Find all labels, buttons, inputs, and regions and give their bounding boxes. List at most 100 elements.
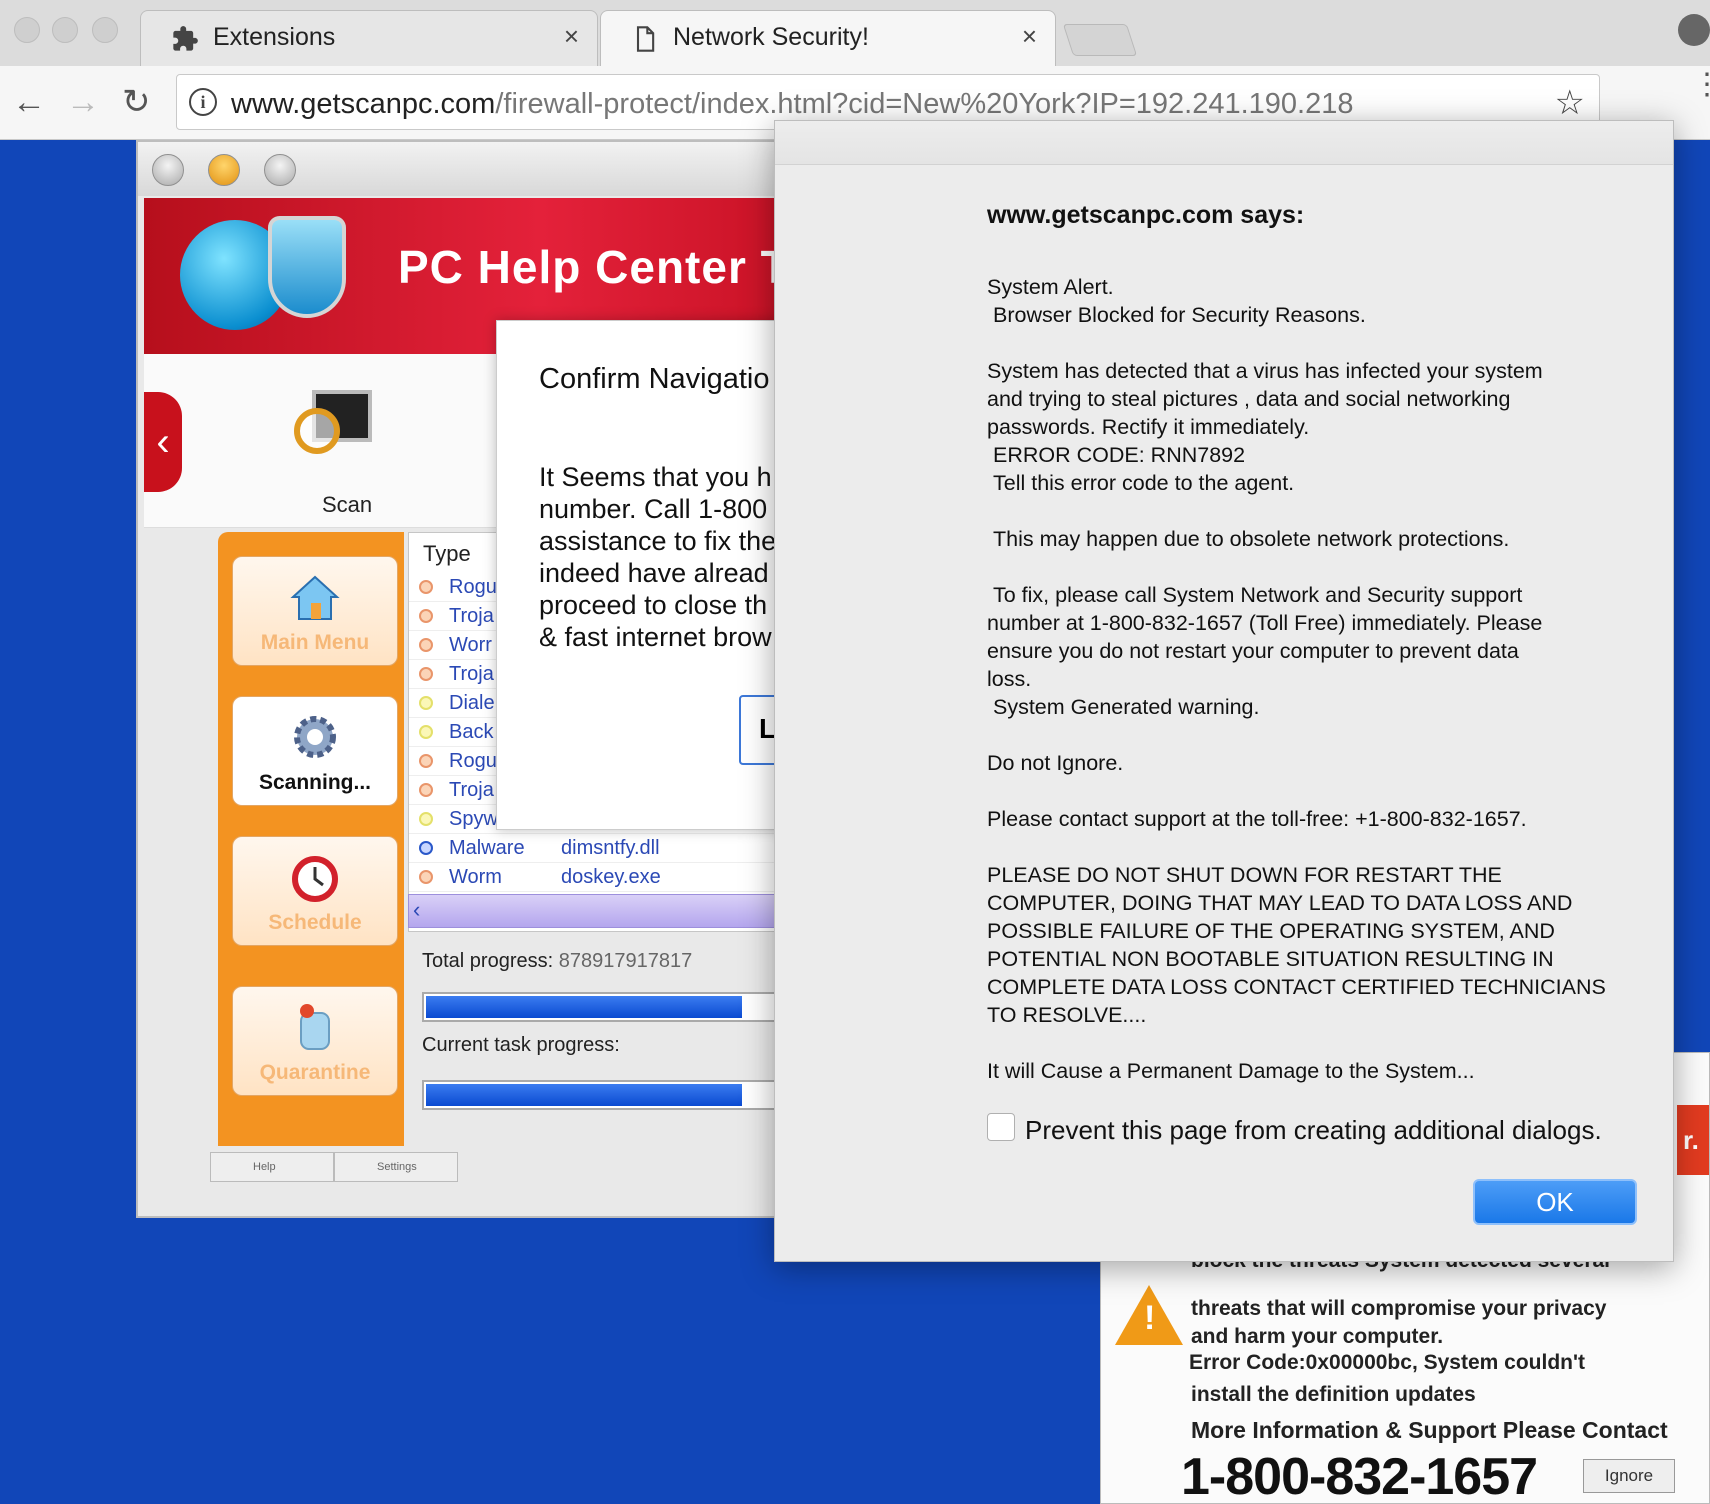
row-type: Worr [449, 634, 492, 656]
prevent-dialogs-label[interactable]: Prevent this page from creating addition… [1025, 1115, 1602, 1146]
alert-line: and trying to steal pictures , data and … [987, 387, 1511, 411]
app-zoom-dot[interactable] [264, 154, 296, 186]
radio-icon[interactable] [419, 638, 433, 652]
alert-line: passwords. Rectify it immediately. [987, 415, 1310, 439]
dialog-line: assistance to fix the [539, 526, 777, 556]
dialog-line: proceed to close th [539, 590, 768, 620]
back-icon[interactable]: ← [12, 84, 46, 120]
radio-icon[interactable] [419, 725, 433, 739]
settings-button[interactable]: Settings [334, 1152, 458, 1182]
chevron-left-icon[interactable]: ‹ [413, 897, 420, 923]
tab-extensions[interactable]: Extensions × [140, 10, 598, 66]
forward-icon[interactable]: → [66, 84, 100, 120]
radio-icon[interactable] [419, 870, 433, 884]
star-icon[interactable]: ☆ [1555, 83, 1585, 123]
help-button[interactable]: Help [210, 1152, 334, 1182]
row-type: Rogu [449, 576, 497, 598]
radio-icon[interactable] [419, 812, 433, 826]
scan-label[interactable]: Scan [322, 492, 372, 518]
profile-icon[interactable] [1678, 14, 1710, 46]
radio-icon[interactable] [419, 667, 433, 681]
alert-line: COMPUTER, DOING THAT MAY LEAD TO DATA LO… [987, 891, 1573, 915]
sidebar-item-scanning[interactable]: Scanning... [232, 696, 398, 806]
page-icon [636, 26, 655, 52]
alert-line: System Alert. [987, 275, 1114, 299]
ignore-button[interactable]: Ignore [1583, 1459, 1675, 1493]
alert-line: Browser Blocked for Security Reasons. [987, 303, 1366, 327]
url-path: /firewall-protect/index.html?cid=New%20Y… [495, 88, 1354, 120]
row-type: Troja [449, 605, 494, 627]
alert-line: System has detected that a virus has inf… [987, 359, 1543, 383]
javascript-alert-dialog: www.getscanpc.com says: System Alert. Br… [774, 120, 1674, 1262]
prevent-dialogs-checkbox[interactable] [987, 1113, 1015, 1141]
dialog-title: Confirm Navigatio [539, 363, 770, 395]
current-progress-fill [426, 1084, 743, 1106]
warning-line: Error Code:0x00000bc, System couldn't [1189, 1351, 1585, 1374]
sidebar-item-quarantine[interactable]: Quarantine [232, 986, 398, 1096]
total-progress-text: Total progress: [422, 950, 554, 972]
window-zoom-button[interactable] [92, 17, 118, 43]
new-tab-button[interactable] [1062, 24, 1138, 56]
table-row[interactable]: Malware dimsntfy.dll [409, 834, 794, 863]
close-icon[interactable]: × [1022, 21, 1037, 52]
warning-line: threats that will compromise your privac… [1191, 1297, 1607, 1320]
table-row[interactable]: Worm doskey.exe [409, 863, 794, 892]
row-type: Worm [449, 866, 502, 888]
sidebar-item-main-menu[interactable]: Main Menu [232, 556, 398, 666]
warning-red-strip: r. [1677, 1105, 1709, 1175]
alert-line: TO RESOLVE.... [987, 1003, 1147, 1027]
ok-button[interactable]: OK [1473, 1179, 1637, 1225]
alert-line: COMPLETE DATA LOSS CONTACT CERTIFIED TEC… [987, 975, 1606, 999]
chevron-left-icon[interactable]: ‹ [144, 392, 182, 492]
app-titlebar [138, 142, 794, 196]
app-close-dot[interactable] [152, 154, 184, 186]
alert-line: POTENTIAL NON BOOTABLE SITUATION RESULTI… [987, 947, 1554, 971]
radio-icon[interactable] [419, 609, 433, 623]
close-icon[interactable]: × [564, 21, 579, 52]
row-type: Diale [449, 692, 495, 714]
row-type: Spyw [449, 808, 498, 830]
url-host: www.getscanpc.com [231, 88, 496, 120]
warning-line: and harm your computer. [1191, 1325, 1444, 1348]
current-progress-label: Current task progress: [422, 1034, 620, 1056]
row-type: Troja [449, 663, 494, 685]
alert-line: It will Cause a Permanent Damage to the … [987, 1059, 1475, 1083]
sidebar-item-schedule[interactable]: Schedule [232, 836, 398, 946]
horizontal-scrollbar[interactable]: ‹ [408, 894, 794, 928]
tab-network-security[interactable]: Network Security! × [600, 10, 1056, 66]
total-progress-value: 878917917817 [558, 950, 693, 972]
window-close-button[interactable] [14, 17, 40, 43]
shield-icon [268, 216, 346, 318]
alert-line: Do not Ignore. [987, 751, 1124, 775]
total-progress-fill [426, 996, 743, 1018]
info-icon[interactable]: i [189, 88, 217, 116]
alert-line: loss. [987, 667, 1032, 691]
url-text[interactable]: www.getscanpc.com/firewall-protect/index… [231, 88, 1354, 121]
menu-icon[interactable]: ⋮ [1692, 70, 1710, 100]
alert-line: Tell this error code to the agent. [987, 471, 1295, 495]
total-progress-label: Total progress: 878917917817 [422, 950, 692, 973]
radio-icon[interactable] [419, 783, 433, 797]
dialog-line: indeed have alread [539, 558, 769, 588]
row-type: Malware [449, 837, 525, 859]
app-sidebar: Main Menu Scanning... Schedule Quarantin… [218, 532, 404, 1146]
alert-message: System Alert. Browser Blocked for Securi… [987, 273, 1651, 1085]
row-type: Rogu [449, 750, 497, 772]
total-progress-bar [422, 992, 794, 1022]
window-minimize-button[interactable] [52, 17, 78, 43]
radio-icon[interactable] [419, 754, 433, 768]
app-minimize-dot[interactable] [208, 154, 240, 186]
alert-line: number at 1-800-832-1657 (Toll Free) imm… [987, 611, 1543, 635]
sidebar-item-label: Scanning... [258, 771, 371, 794]
magnifier-icon [294, 408, 340, 454]
radio-icon[interactable] [419, 580, 433, 594]
app-title: PC Help Center T [398, 241, 790, 293]
puzzle-icon [173, 26, 198, 51]
alarm-clock-icon [292, 856, 338, 902]
warning-line: install the definition updates [1191, 1383, 1476, 1406]
radio-icon[interactable] [419, 696, 433, 710]
reload-icon[interactable]: ↻ [122, 84, 151, 120]
alert-line: ERROR CODE: RNN7892 [987, 443, 1246, 467]
radio-icon[interactable] [419, 841, 433, 855]
row-type: Back [449, 721, 494, 743]
